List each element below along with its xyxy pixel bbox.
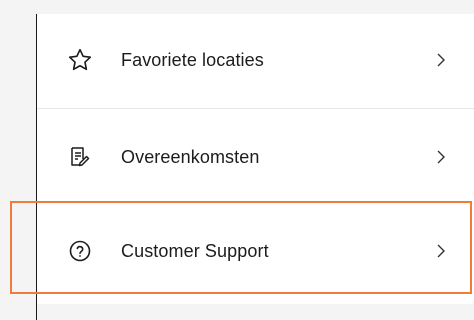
menu-item-label: Customer Support xyxy=(121,240,269,261)
chevron-right-icon xyxy=(434,51,448,69)
menu-item-label: Favoriete locaties xyxy=(121,49,264,70)
menu-item-label: Overeenkomsten xyxy=(121,146,260,167)
help-circle-icon xyxy=(67,238,93,264)
top-strip xyxy=(0,0,474,14)
settings-menu-panel: Favoriete locaties Overeenkomsten Custom… xyxy=(36,14,474,320)
document-edit-icon xyxy=(67,144,93,170)
menu-item-customer-support[interactable]: Customer Support xyxy=(37,205,474,297)
panel-bottom-spacer xyxy=(37,304,474,320)
star-outline-icon xyxy=(67,47,93,73)
chevron-right-icon xyxy=(434,148,448,166)
chevron-right-icon xyxy=(434,242,448,260)
divider xyxy=(37,108,474,109)
menu-item-favorite-locations[interactable]: Favoriete locaties xyxy=(37,14,474,106)
menu-item-agreements[interactable]: Overeenkomsten xyxy=(37,111,474,203)
